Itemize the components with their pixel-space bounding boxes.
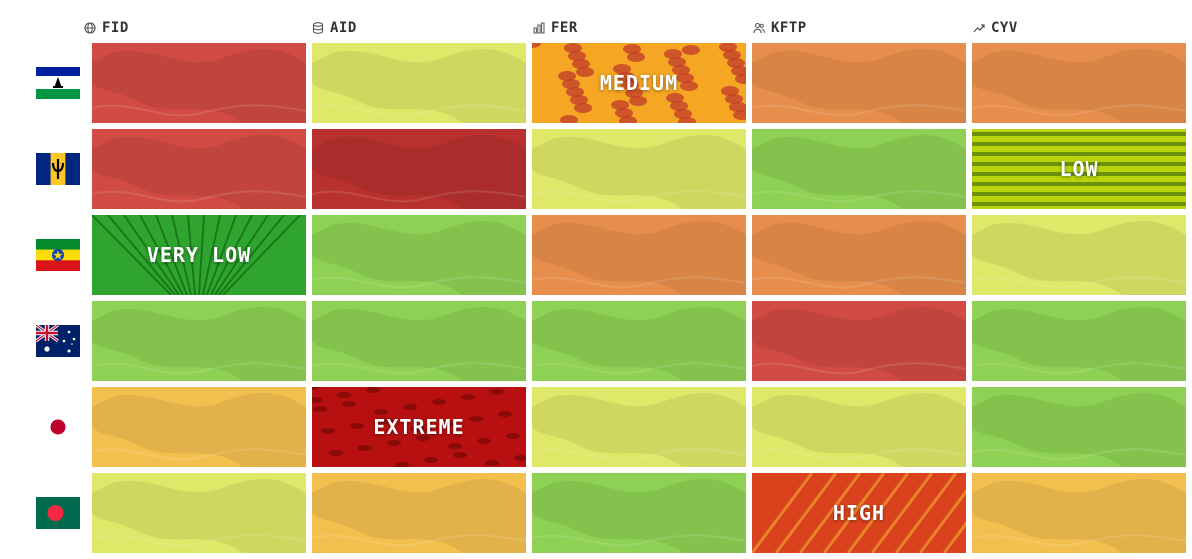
map-texture-icon <box>92 48 306 123</box>
column-header-label: FER <box>551 20 578 36</box>
column-header-kftp: KFTP <box>753 18 807 38</box>
cell-label: EXTREME <box>373 415 465 439</box>
heatmap-cell[interactable] <box>752 215 966 295</box>
japan-flag-icon <box>36 411 80 443</box>
map-texture-icon <box>312 478 526 553</box>
heatmap-cell[interactable]: LOW <box>972 129 1186 209</box>
heatmap-cell[interactable] <box>532 387 746 467</box>
map-texture-icon <box>312 48 526 123</box>
map-texture-icon <box>752 220 966 295</box>
map-texture-icon <box>752 134 966 209</box>
heatmap-cell[interactable] <box>972 473 1186 553</box>
heatmap-cell[interactable] <box>92 43 306 123</box>
heatmap-cell[interactable] <box>532 301 746 381</box>
map-texture-icon <box>92 478 306 553</box>
heatmap-cell[interactable]: VERY LOW <box>92 215 306 295</box>
map-texture-icon <box>972 478 1186 553</box>
heatmap-cell[interactable] <box>752 387 966 467</box>
heatmap-cell[interactable] <box>312 43 526 123</box>
cell-label: VERY LOW <box>146 243 252 267</box>
column-header-cyv: CYV <box>973 18 1018 38</box>
column-header-aid: AID <box>312 18 357 38</box>
users-icon <box>753 22 765 34</box>
heatmap-cell[interactable] <box>312 129 526 209</box>
map-texture-icon <box>972 306 1186 381</box>
map-texture-icon <box>752 306 966 381</box>
heatmap-cell[interactable] <box>532 215 746 295</box>
barbados-flag-icon <box>36 153 80 185</box>
heatmap-cell[interactable] <box>92 387 306 467</box>
heatmap-cell[interactable]: MEDIUM <box>532 43 746 123</box>
cell-label: MEDIUM <box>599 71 679 95</box>
column-header-fer: FER <box>533 18 578 38</box>
heatmap-cell[interactable] <box>752 43 966 123</box>
map-texture-icon <box>312 306 526 381</box>
cell-label: LOW <box>1059 157 1099 181</box>
column-header-label: AID <box>330 20 357 36</box>
map-texture-icon <box>972 392 1186 467</box>
heatmap-cell[interactable] <box>972 43 1186 123</box>
ethiopia-flag-icon <box>36 239 80 271</box>
map-texture-icon <box>972 48 1186 123</box>
column-header-fid: FID <box>84 18 129 38</box>
heatmap-cell[interactable]: HIGH <box>752 473 966 553</box>
heatmap-cell[interactable] <box>972 387 1186 467</box>
cell-label: HIGH <box>832 501 886 525</box>
globe-icon <box>84 22 96 34</box>
heatmap-cell[interactable] <box>972 215 1186 295</box>
heatmap-cell[interactable] <box>92 473 306 553</box>
heatmap-cell[interactable] <box>532 473 746 553</box>
trend-up-icon <box>973 22 985 34</box>
map-texture-icon <box>92 306 306 381</box>
map-texture-icon <box>312 134 526 209</box>
bar-chart-icon <box>533 22 545 34</box>
heatmap-cell[interactable] <box>312 215 526 295</box>
map-texture-icon <box>532 134 746 209</box>
database-icon <box>312 22 324 34</box>
heatmap-cell[interactable] <box>752 301 966 381</box>
heatmap-cell[interactable]: EXTREME <box>312 387 526 467</box>
heatmap-cell[interactable] <box>752 129 966 209</box>
heatmap-cell[interactable] <box>972 301 1186 381</box>
map-texture-icon <box>532 220 746 295</box>
map-texture-icon <box>92 392 306 467</box>
map-texture-icon <box>752 392 966 467</box>
map-texture-icon <box>532 306 746 381</box>
column-header-label: KFTP <box>771 20 807 36</box>
map-texture-icon <box>752 48 966 123</box>
map-texture-icon <box>972 220 1186 295</box>
bangladesh-flag-icon <box>36 497 80 529</box>
map-texture-icon <box>532 392 746 467</box>
lesotho-flag-icon <box>36 67 80 99</box>
heatmap-cell[interactable] <box>92 129 306 209</box>
map-texture-icon <box>532 478 746 553</box>
map-texture-icon <box>92 134 306 209</box>
heatmap-cell[interactable] <box>532 129 746 209</box>
heatmap-cell[interactable] <box>312 473 526 553</box>
australia-flag-icon <box>36 325 80 357</box>
map-texture-icon <box>312 220 526 295</box>
column-header-label: FID <box>102 20 129 36</box>
heatmap-cell[interactable] <box>92 301 306 381</box>
heatmap-cell[interactable] <box>312 301 526 381</box>
column-header-label: CYV <box>991 20 1018 36</box>
